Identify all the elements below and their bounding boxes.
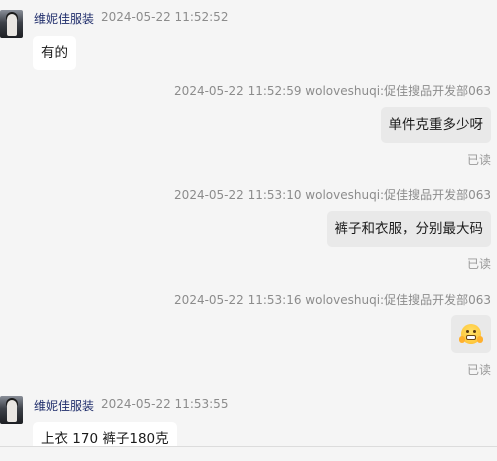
sender-name[interactable]: 维妮佳服装 bbox=[34, 397, 94, 414]
outgoing-emoji-bubble[interactable] bbox=[451, 315, 491, 353]
hand-over-mouth-emoji-icon bbox=[459, 324, 483, 344]
sender-name[interactable]: 维妮佳服装 bbox=[34, 10, 94, 27]
read-status: 已读 bbox=[466, 363, 491, 377]
message-timestamp: 2024-05-22 11:53:55 bbox=[101, 397, 229, 411]
message-meta: 2024-05-22 11:53:16 woloveshuqi:促佳搜品开发部0… bbox=[174, 293, 491, 307]
read-status: 已读 bbox=[466, 257, 491, 271]
input-area-edge[interactable] bbox=[0, 447, 497, 461]
sender-avatar[interactable] bbox=[0, 10, 23, 38]
chat-message-list[interactable]: 维妮佳服装 2024-05-22 11:52:52 有的 2024-05-22 … bbox=[0, 0, 497, 447]
read-status: 已读 bbox=[466, 153, 491, 167]
incoming-message-bubble[interactable]: 上衣 170 裤子180克 bbox=[33, 422, 177, 447]
outgoing-message-bubble[interactable]: 裤子和衣服，分别最大码 bbox=[326, 211, 491, 247]
incoming-message-bubble[interactable]: 有的 bbox=[33, 36, 76, 70]
sender-avatar[interactable] bbox=[0, 396, 23, 424]
message-meta: 2024-05-22 11:52:59 woloveshuqi:促佳搜品开发部0… bbox=[174, 84, 491, 98]
message-meta: 2024-05-22 11:53:10 woloveshuqi:促佳搜品开发部0… bbox=[174, 188, 491, 202]
message-timestamp: 2024-05-22 11:52:52 bbox=[101, 10, 229, 24]
outgoing-message-bubble[interactable]: 单件克重多少呀 bbox=[380, 107, 491, 143]
